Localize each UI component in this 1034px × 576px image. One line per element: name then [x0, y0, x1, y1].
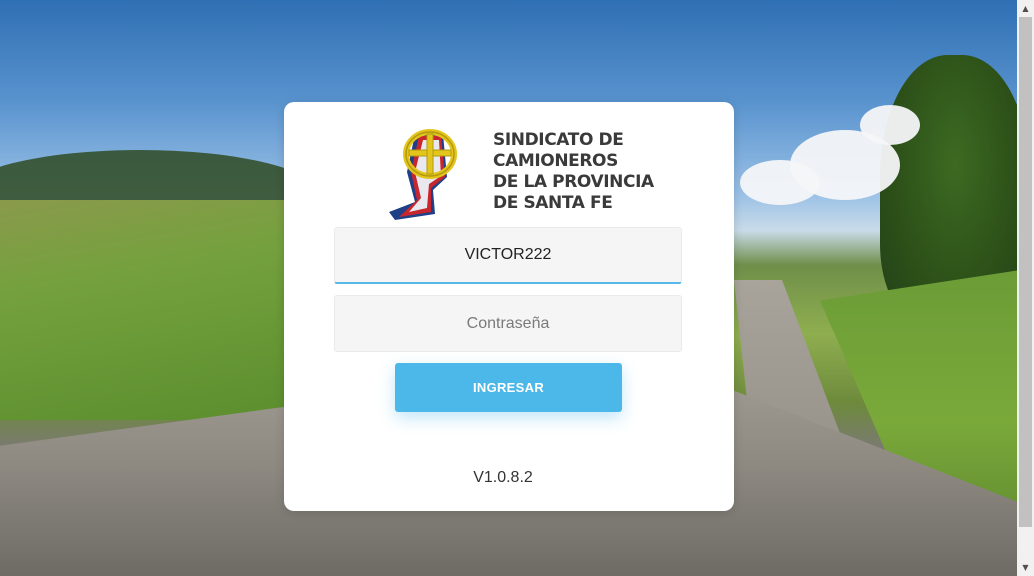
login-submit-button[interactable]: INGRESAR	[395, 363, 622, 412]
background-cloud	[860, 105, 920, 145]
password-field[interactable]	[334, 295, 682, 352]
sindicato-emblem-icon	[389, 129, 457, 220]
scroll-up-arrow-icon[interactable]: ▲	[1017, 0, 1034, 17]
background-cloud	[740, 160, 820, 205]
page-viewport: SINDICATO DE CAMIONEROS DE LA PROVINCIA …	[0, 0, 1017, 576]
version-label: V1.0.8.2	[473, 469, 533, 486]
scroll-down-arrow-icon[interactable]: ▼	[1017, 559, 1034, 576]
organization-name-line: DE LA PROVINCIA	[493, 172, 654, 192]
organization-logo: SINDICATO DE CAMIONEROS DE LA PROVINCIA …	[385, 120, 654, 224]
login-card: SINDICATO DE CAMIONEROS DE LA PROVINCIA …	[284, 102, 734, 511]
username-field[interactable]	[334, 227, 682, 284]
organization-name: SINDICATO DE CAMIONEROS DE LA PROVINCIA …	[493, 130, 654, 214]
username-input[interactable]	[335, 228, 681, 282]
organization-name-line: DE SANTA FE	[493, 193, 613, 213]
organization-name-line: SINDICATO DE	[493, 130, 624, 150]
organization-name-line: CAMIONEROS	[493, 151, 618, 171]
scrollbar-thumb[interactable]	[1019, 17, 1032, 527]
password-input[interactable]	[335, 296, 681, 351]
vertical-scrollbar[interactable]: ▲ ▼	[1017, 0, 1034, 576]
background-field	[0, 200, 300, 420]
